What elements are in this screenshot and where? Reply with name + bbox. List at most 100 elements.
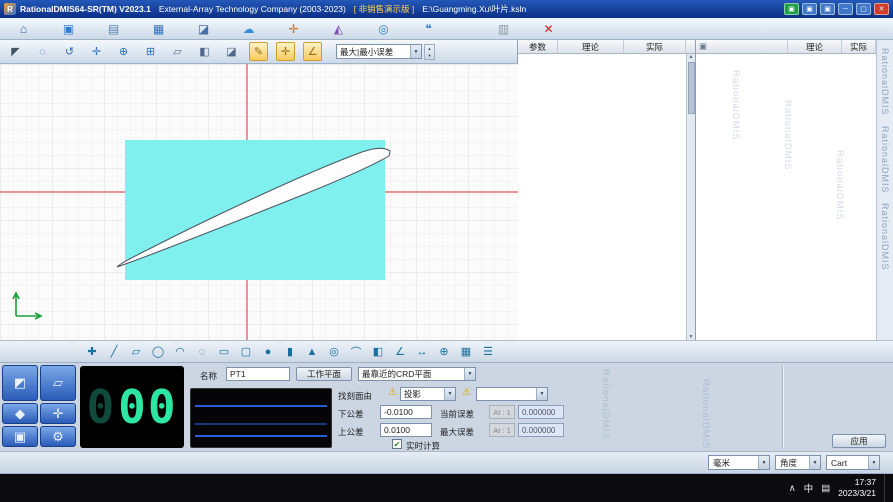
scan-params-panel: 应用: [786, 364, 892, 450]
feature-name-input[interactable]: PT1: [226, 367, 290, 381]
tree-col-actual[interactable]: 实际: [842, 40, 876, 53]
pan-view-icon[interactable]: ✛: [87, 42, 106, 61]
analysis-icon[interactable]: ◭: [329, 19, 348, 38]
viewport-canvas[interactable]: [0, 64, 518, 340]
probe-manager-button[interactable]: ✛: [40, 403, 76, 424]
machine-panel-button[interactable]: ▣: [2, 426, 38, 447]
chevron-down-icon[interactable]: ▼: [410, 45, 421, 58]
error-mode-dropdown[interactable]: 最大|最小误差▼: [336, 44, 422, 59]
tree-col-theoretical[interactable]: 理论: [788, 40, 842, 53]
ime-indicator[interactable]: 中: [804, 481, 814, 495]
show-desktop-strip[interactable]: [884, 474, 889, 502]
machine-view-icon[interactable]: ▣: [59, 19, 78, 38]
coordinate-dropdown[interactable]: Cart▼: [826, 455, 880, 470]
panel-b-button[interactable]: ▣: [820, 3, 835, 15]
point-tool-icon[interactable]: ✚: [82, 342, 102, 361]
apply-button[interactable]: 应用: [832, 434, 886, 448]
tray-network-icon[interactable]: ▤: [821, 483, 830, 494]
main-area: ◤◌↺✛⊕⊞▱◧◪✎✛∠ 最大|最小误差▼ ▲▼: [0, 40, 893, 340]
close-doc-icon[interactable]: ✕: [539, 19, 558, 38]
target-icon[interactable]: ◎: [374, 19, 393, 38]
select-arrow-icon[interactable]: ◤: [6, 42, 25, 61]
crd-plane-dropdown[interactable]: 最靠近的CRD平面▼: [358, 367, 476, 381]
fit-view-icon[interactable]: ⊞: [141, 42, 160, 61]
geometry-toolbar: ✚╱▱◯◠◌▭▢●▮▲◎⌒◧∠↔⊕▦☰: [0, 340, 893, 363]
model-viewport[interactable]: [0, 64, 517, 340]
view-orient-button[interactable]: ◩: [2, 365, 38, 401]
rectangle-tool-icon[interactable]: ▢: [236, 342, 256, 361]
maximize-button[interactable]: ▢: [856, 3, 871, 15]
col-param[interactable]: 参数: [518, 40, 558, 53]
cone-tool-icon[interactable]: ▲: [302, 342, 322, 361]
section-view-icon[interactable]: ◪: [222, 42, 241, 61]
lower-tolerance-label: 下公差: [338, 408, 364, 420]
arc-tool-icon[interactable]: ◠: [170, 342, 190, 361]
surface-tool-icon[interactable]: ◧: [368, 342, 388, 361]
ellipse-tool-icon[interactable]: ◌: [192, 342, 212, 361]
annotate-tool-icon[interactable]: ✎: [249, 42, 268, 61]
parameters-panel: 参数 理论 实际 ▲ ▼: [518, 40, 696, 340]
scan-tool-icon[interactable]: ☰: [478, 342, 498, 361]
coordinate-tool-icon[interactable]: ⊕: [434, 342, 454, 361]
report-icon[interactable]: ◪: [194, 19, 213, 38]
table-scrollbar[interactable]: ▲ ▼: [686, 54, 695, 340]
col-theoretical[interactable]: 理论: [558, 40, 624, 53]
minimize-button[interactable]: ─: [838, 3, 853, 15]
workplane-button[interactable]: 工作平面: [296, 367, 352, 381]
layout-icon[interactable]: ▥: [494, 19, 513, 38]
box-select-icon[interactable]: ◌: [33, 42, 52, 61]
chevron-down-icon[interactable]: ▼: [809, 456, 820, 469]
angle-dropdown[interactable]: 角度▼: [775, 455, 821, 470]
upper-tolerance-input[interactable]: 0.0100: [380, 423, 432, 437]
chevron-down-icon[interactable]: ▼: [758, 456, 769, 469]
error-spinner[interactable]: ▲▼: [424, 44, 435, 60]
zoom-view-icon[interactable]: ⊕: [114, 42, 133, 61]
projection-dropdown[interactable]: 投影▼: [400, 387, 456, 401]
clock[interactable]: 17:37 2023/3/21: [838, 477, 876, 498]
tray-expand-icon[interactable]: ∧: [789, 483, 796, 494]
angle-tool-icon[interactable]: ∠: [390, 342, 410, 361]
rotate-view-icon[interactable]: ↺: [60, 42, 79, 61]
panel-a-button[interactable]: ▣: [802, 3, 817, 15]
cylinder-tool-icon[interactable]: ▮: [280, 342, 300, 361]
aux-dropdown[interactable]: ▼: [476, 387, 548, 401]
document-icon[interactable]: ▤: [104, 19, 123, 38]
workplane-view-button[interactable]: ▱: [40, 365, 76, 401]
sphere-tool-icon[interactable]: ●: [258, 342, 278, 361]
chevron-down-icon[interactable]: ▼: [536, 388, 547, 400]
comment-icon[interactable]: ❝: [419, 19, 438, 38]
unit-dropdown[interactable]: 毫米▼: [708, 455, 770, 470]
distance-tool-icon[interactable]: ↔: [412, 342, 432, 361]
scrollbar-thumb[interactable]: [688, 62, 695, 114]
plane-tool-icon[interactable]: ▱: [126, 342, 146, 361]
data-grid-icon[interactable]: ▦: [149, 19, 168, 38]
chevron-down-icon[interactable]: ▼: [444, 388, 455, 400]
settings-panel-button[interactable]: ⚙: [40, 426, 76, 447]
close-button[interactable]: ✕: [874, 3, 889, 15]
spin-down-icon[interactable]: ▼: [425, 52, 434, 59]
chevron-down-icon[interactable]: ▼: [464, 368, 475, 380]
circle-tool-icon[interactable]: ◯: [148, 342, 168, 361]
shaded-view-icon[interactable]: ◧: [195, 42, 214, 61]
chevron-down-icon[interactable]: ▼: [868, 456, 879, 469]
probe-mode-icon[interactable]: ✛: [276, 42, 295, 61]
col-actual[interactable]: 实际: [624, 40, 686, 53]
scroll-up-icon[interactable]: ▲: [689, 54, 694, 60]
slot-tool-icon[interactable]: ▭: [214, 342, 234, 361]
main-toolbar: ⌂ ▣ ▤ ▦ ◪ ☁ ✛ ◭ ◎ ❝ ▥ ✕: [0, 18, 893, 40]
line-tool-icon[interactable]: ╱: [104, 342, 124, 361]
lower-tolerance-input[interactable]: -0.0100: [380, 405, 432, 419]
curve-tool-icon[interactable]: ⌒: [346, 342, 366, 361]
torus-tool-icon[interactable]: ◎: [324, 342, 344, 361]
pattern-tool-icon[interactable]: ▦: [456, 342, 476, 361]
cloud-icon[interactable]: ☁: [239, 19, 258, 38]
home-icon[interactable]: ⌂: [14, 19, 33, 38]
remote-button[interactable]: ▣: [784, 3, 799, 15]
spin-up-icon[interactable]: ▲: [425, 45, 434, 52]
wireframe-icon[interactable]: ▱: [168, 42, 187, 61]
model-manager-button[interactable]: ◆: [2, 403, 38, 424]
scroll-down-icon[interactable]: ▼: [689, 334, 694, 340]
realtime-checkbox[interactable]: ✔: [392, 439, 402, 449]
probe-icon[interactable]: ✛: [284, 19, 303, 38]
deviation-mode-icon[interactable]: ∠: [303, 42, 322, 61]
